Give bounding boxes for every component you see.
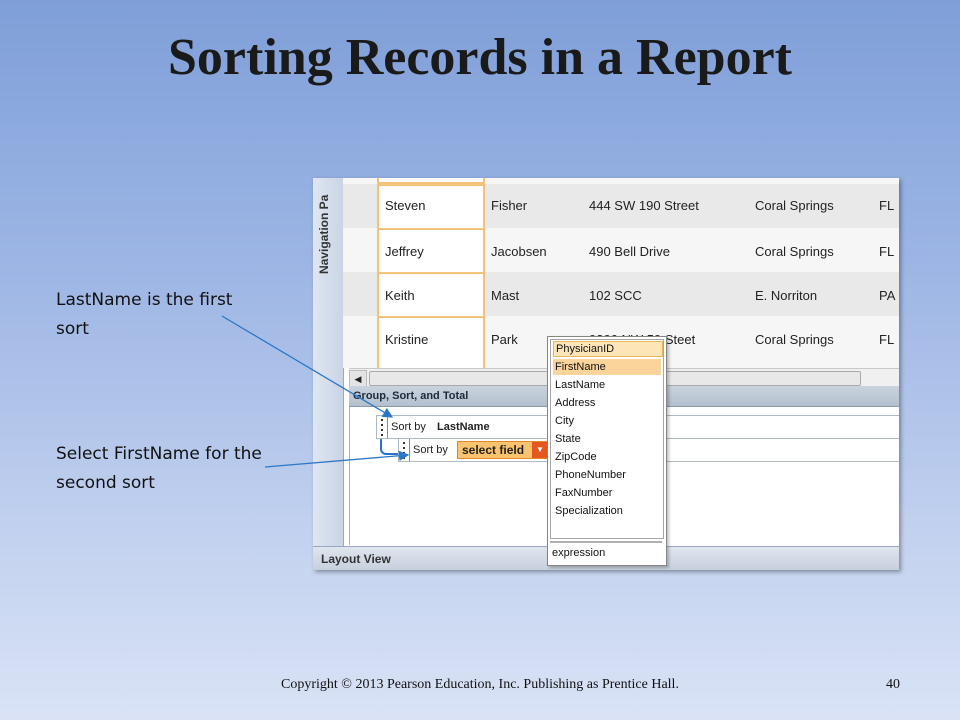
field-option[interactable]: PhysicianID bbox=[553, 341, 663, 357]
sort-by-label: Sort by bbox=[413, 444, 448, 456]
expression-option[interactable]: expression bbox=[552, 547, 605, 559]
firstname-cell[interactable]: Steven bbox=[377, 184, 485, 230]
firstname-text: Steven bbox=[385, 198, 426, 213]
field-option[interactable]: LastName bbox=[553, 377, 661, 393]
firstname-cell[interactable]: Keith bbox=[377, 272, 485, 318]
state-cell[interactable]: FL bbox=[879, 198, 894, 213]
field-option[interactable]: Specialization bbox=[553, 503, 661, 519]
group-sort-total-title: Group, Sort, and Total bbox=[353, 390, 469, 402]
city-cell[interactable]: Coral Springs bbox=[755, 332, 834, 347]
firstname-cell[interactable]: Jeffrey bbox=[377, 228, 485, 274]
address-cell[interactable]: 444 SW 190 Street bbox=[589, 198, 699, 213]
state-cell[interactable]: PA bbox=[879, 288, 895, 303]
table-row bbox=[343, 178, 899, 184]
field-list[interactable]: PhysicianID FirstName LastName Address C… bbox=[550, 339, 664, 539]
callout-second-sort: Select FirstName for the second sort bbox=[56, 444, 262, 493]
callout-first-sort: LastName is the first sort bbox=[56, 290, 233, 339]
navigation-pane[interactable]: Navigation Pa bbox=[313, 178, 344, 548]
access-screenshot: Navigation Pa Steven Fisher 444 SW 190 S… bbox=[313, 178, 899, 570]
field-list-popup: PhysicianID FirstName LastName Address C… bbox=[547, 336, 667, 566]
select-field-dropdown[interactable]: select field ▼ bbox=[457, 441, 549, 459]
drag-handle-icon[interactable] bbox=[377, 416, 388, 438]
table-row: Keith Mast 102 SCC E. Norriton PA bbox=[343, 272, 899, 318]
field-option[interactable]: PhoneNumber bbox=[553, 467, 661, 483]
drag-handle-icon[interactable] bbox=[399, 439, 410, 461]
chevron-down-icon[interactable]: ▼ bbox=[532, 442, 548, 458]
field-option[interactable]: FirstName bbox=[553, 359, 661, 375]
field-option[interactable]: FaxNumber bbox=[553, 485, 661, 501]
page-number: 40 bbox=[886, 677, 900, 692]
lastname-cell[interactable]: Mast bbox=[491, 288, 519, 303]
state-cell[interactable]: FL bbox=[879, 332, 894, 347]
field-option[interactable]: City bbox=[553, 413, 661, 429]
popup-divider bbox=[550, 541, 662, 543]
address-cell[interactable]: 102 SCC bbox=[589, 288, 642, 303]
table-row: Jeffrey Jacobsen 490 Bell Drive Coral Sp… bbox=[343, 228, 899, 274]
firstname-text: Kristine bbox=[385, 332, 429, 347]
sort-connector bbox=[380, 437, 400, 455]
slide-title: Sorting Records in a Report bbox=[168, 29, 792, 86]
city-cell[interactable]: Coral Springs bbox=[755, 198, 834, 213]
field-option[interactable]: Address bbox=[553, 395, 661, 411]
city-cell[interactable]: E. Norriton bbox=[755, 288, 817, 303]
navigation-pane-label: Navigation Pa bbox=[317, 194, 331, 274]
firstname-text: Keith bbox=[385, 288, 415, 303]
firstname-text: Jeffrey bbox=[385, 244, 424, 259]
firstname-cell[interactable]: Kristine bbox=[377, 316, 485, 370]
slide-footer: Copyright © 2013 Pearson Education, Inc.… bbox=[281, 677, 679, 692]
lastname-cell[interactable]: Park bbox=[491, 332, 518, 347]
lastname-cell[interactable]: Fisher bbox=[491, 198, 527, 213]
city-cell[interactable]: Coral Springs bbox=[755, 244, 834, 259]
field-option[interactable]: ZipCode bbox=[553, 449, 661, 465]
state-cell[interactable]: FL bbox=[879, 244, 894, 259]
address-cell[interactable]: 490 Bell Drive bbox=[589, 244, 670, 259]
table-row: Steven Fisher 444 SW 190 Street Coral Sp… bbox=[343, 184, 899, 230]
field-option[interactable]: State bbox=[553, 431, 661, 447]
view-status: Layout View bbox=[321, 552, 391, 566]
sort-field-value[interactable]: LastName bbox=[437, 421, 490, 433]
sort-by-label: Sort by bbox=[391, 421, 426, 433]
select-field-text: select field bbox=[462, 443, 525, 457]
lastname-cell[interactable]: Jacobsen bbox=[491, 244, 547, 259]
